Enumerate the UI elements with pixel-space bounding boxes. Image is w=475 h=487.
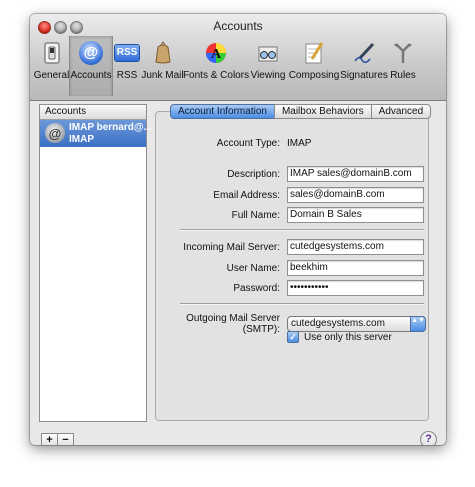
account-list-item[interactable]: @ IMAP bernard@... IMAP <box>40 120 152 147</box>
preferences-window: Accounts General @ Accounts RSS RSS Junk… <box>30 14 446 445</box>
toolbar-signatures-label: Signatures <box>340 70 388 81</box>
settings-tabs: Account Information Mailbox Behaviors Ad… <box>170 104 432 119</box>
tab-advanced[interactable]: Advanced <box>370 104 432 119</box>
add-account-button[interactable]: + <box>41 433 58 445</box>
outgoing-server-value: cutedgesystems.com <box>291 318 385 329</box>
svg-text:A: A <box>211 47 222 62</box>
titlebar: Accounts General @ Accounts RSS RSS Junk… <box>30 14 446 101</box>
account-at-icon: @ <box>45 123 65 143</box>
signature-pen-icon <box>351 40 377 66</box>
full-name-label: Full Name: <box>231 209 280 221</box>
incoming-server-row: Incoming Mail Server: cutedgesystems.com <box>160 239 424 255</box>
toolbar-signatures[interactable]: Signatures <box>340 36 388 96</box>
toolbar-fonts-colors[interactable]: A Fonts & Colors <box>182 36 250 96</box>
toolbar-junk-mail-label: Junk Mail <box>141 70 184 81</box>
general-switch-icon <box>39 40 65 66</box>
incoming-server-label: Incoming Mail Server: <box>183 241 280 253</box>
description-label: Description: <box>227 168 280 180</box>
tab-account-information[interactable]: Account Information <box>170 104 275 119</box>
email-row: Email Address: sales@domainB.com <box>160 187 424 203</box>
toolbar-viewing[interactable]: Viewing <box>248 36 288 96</box>
description-row: Description: IMAP sales@domainB.com <box>160 166 424 182</box>
rss-icon: RSS <box>114 40 140 66</box>
outgoing-server-label: Outgoing Mail Server (SMTP): <box>186 313 280 335</box>
trash-bag-icon <box>150 40 176 66</box>
toolbar-viewing-label: Viewing <box>250 70 286 81</box>
window-title: Accounts <box>213 19 263 33</box>
email-label: Email Address: <box>213 189 280 201</box>
help-button[interactable]: ? <box>420 431 437 445</box>
outgoing-server-select[interactable]: cutedgesystems.com ▲▼ <box>287 316 426 332</box>
incoming-server-field[interactable]: cutedgesystems.com <box>287 239 424 255</box>
full-name-field[interactable]: Domain B Sales <box>287 207 424 223</box>
toolbar-fonts-colors-label: Fonts & Colors <box>182 70 250 81</box>
password-field[interactable]: ••••••••••• <box>287 280 424 296</box>
account-name: IMAP bernard@... <box>69 122 152 133</box>
accounts-pane: Accounts @ IMAP bernard@... IMAP + − ? A… <box>30 101 446 445</box>
glasses-icon <box>255 40 281 66</box>
tab-mailbox-behaviors[interactable]: Mailbox Behaviors <box>273 104 372 119</box>
toolbar-accounts[interactable]: @ Accounts <box>69 36 113 96</box>
pen-paper-icon <box>301 40 327 66</box>
section-divider <box>180 229 424 231</box>
color-font-icon: A <box>203 40 229 66</box>
toolbar-junk-mail[interactable]: Junk Mail <box>141 36 184 96</box>
use-only-server-row: ✓ Use only this server <box>287 331 392 343</box>
user-name-row: User Name: beekhim <box>160 260 424 276</box>
toolbar-rules[interactable]: Rules <box>388 36 418 96</box>
toolbar-general-label: General <box>33 70 70 81</box>
toolbar-rss-label: RSS <box>116 70 138 81</box>
accounts-list[interactable]: Accounts @ IMAP bernard@... IMAP <box>39 104 152 422</box>
account-type-label: Account Type: <box>216 138 280 149</box>
remove-account-button[interactable]: − <box>57 433 74 445</box>
toolbar-composing[interactable]: Composing <box>288 36 340 96</box>
user-name-label: User Name: <box>226 262 280 274</box>
full-name-row: Full Name: Domain B Sales <box>160 207 424 223</box>
password-row: Password: ••••••••••• <box>160 280 424 296</box>
use-only-server-label: Use only this server <box>304 331 392 343</box>
rules-arrows-icon <box>390 40 416 66</box>
password-label: Password: <box>233 282 280 294</box>
toolbar-general[interactable]: General <box>34 36 69 96</box>
toolbar-accounts-label: Accounts <box>70 70 112 81</box>
preferences-toolbar: General @ Accounts RSS RSS Junk Mail A F… <box>34 36 418 98</box>
account-type: IMAP <box>69 134 94 145</box>
use-only-server-checkbox[interactable]: ✓ <box>287 331 299 343</box>
account-type-value: IMAP <box>287 138 312 149</box>
user-name-field[interactable]: beekhim <box>287 260 424 276</box>
at-sign-icon: @ <box>78 40 104 66</box>
select-arrows-icon: ▲▼ <box>410 316 426 332</box>
email-field[interactable]: sales@domainB.com <box>287 187 424 203</box>
toolbar-rss[interactable]: RSS RSS <box>113 36 141 96</box>
toolbar-composing-label: Composing <box>288 70 340 81</box>
section-divider <box>180 303 424 305</box>
account-type-row: Account Type: IMAP <box>160 138 312 149</box>
accounts-list-header: Accounts <box>40 105 146 120</box>
description-field[interactable]: IMAP sales@domainB.com <box>287 166 424 182</box>
toolbar-rules-label: Rules <box>390 70 416 81</box>
account-list-buttons: + − <box>41 433 74 445</box>
